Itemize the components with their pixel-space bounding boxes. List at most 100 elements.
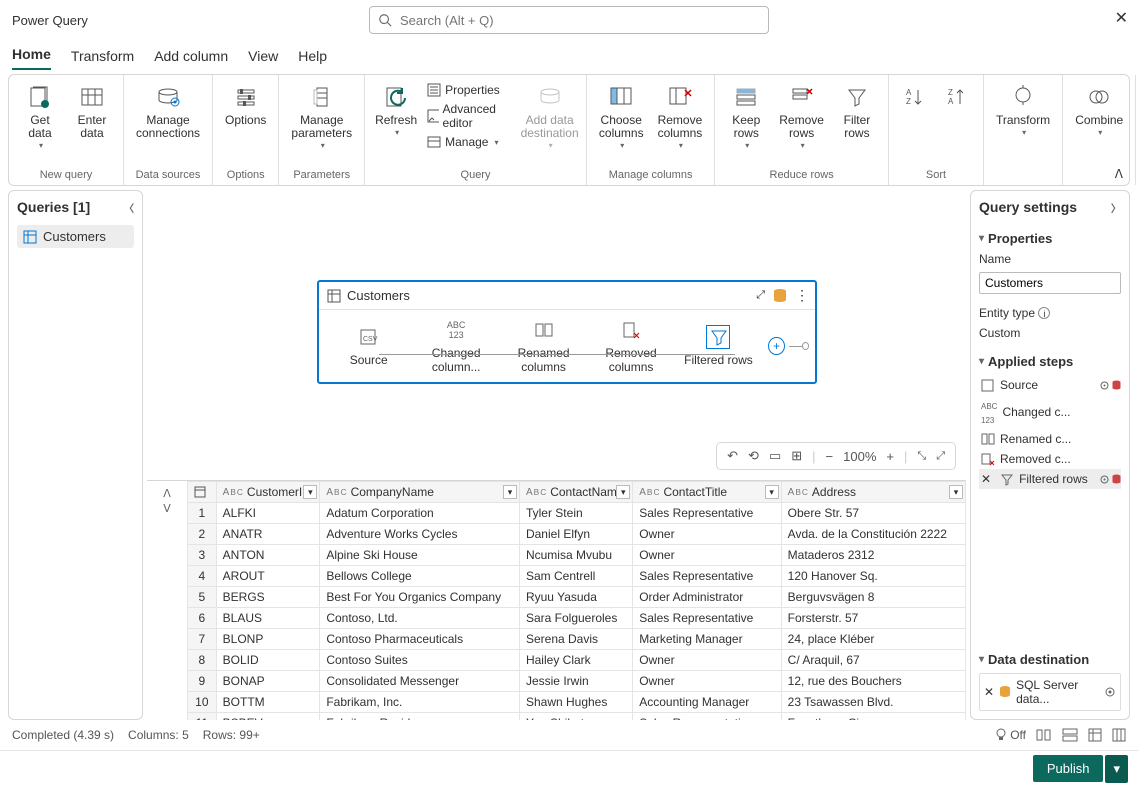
remove-columns-button[interactable]: Remove columns▾ <box>652 79 709 167</box>
manage-parameters-button[interactable]: Manage parameters▾ <box>285 79 358 167</box>
collapse-settings-button[interactable]: 〉 <box>1111 200 1121 215</box>
query-item-customers[interactable]: Customers <box>17 225 134 248</box>
table-row[interactable]: 2ANATRAdventure Works CyclesDaniel Elfyn… <box>188 524 966 545</box>
column-header-customerid[interactable]: ABC CustomerID▾ <box>216 482 320 503</box>
table-row[interactable]: 9BONAPConsolidated MessengerJessie Irwin… <box>188 671 966 692</box>
get-data-button[interactable]: Get data▾ <box>15 79 65 167</box>
collapse-icon[interactable]: ⤢ <box>756 289 765 302</box>
applied-step-0[interactable]: Source <box>979 375 1121 395</box>
more-icon[interactable]: ⋮ <box>795 287 809 304</box>
remove-rows-button[interactable]: Remove rows▾ <box>773 79 830 167</box>
step-view-icon[interactable] <box>1036 728 1052 742</box>
reset-icon[interactable]: ⟲ <box>748 448 759 464</box>
filter-dropdown-icon[interactable]: ▾ <box>765 485 779 499</box>
collapse-view-icon[interactable]: ⤡ <box>917 450 926 463</box>
choose-columns-button[interactable]: Choose columns▾ <box>593 79 650 167</box>
filter-rows-button[interactable]: Filter rows <box>832 79 882 167</box>
applied-step-4[interactable]: ✕Filtered rows <box>979 469 1121 489</box>
column-header-companyname[interactable]: ABC CompanyName▾ <box>320 482 520 503</box>
applied-steps-header[interactable]: ▾Applied steps <box>979 354 1121 369</box>
diagram-step-renamed[interactable]: Renamed columns <box>500 318 587 374</box>
gear-icon[interactable] <box>1099 474 1110 485</box>
minimap-icon[interactable]: ⊞ <box>791 448 802 464</box>
properties-button[interactable]: Properties <box>423 81 517 99</box>
table-row[interactable]: 4AROUTBellows CollegeSam CentrellSales R… <box>188 566 966 587</box>
table-row[interactable]: 10BOTTMFabrikam, Inc.Shawn HughesAccount… <box>188 692 966 713</box>
transform-button[interactable]: Transform▾ <box>990 79 1056 167</box>
group-options: Options <box>227 167 265 183</box>
collapse-ribbon-button[interactable]: ᐱ <box>1115 167 1123 181</box>
collapse-preview-icon[interactable]: ᐱ <box>163 487 171 500</box>
sort-asc-button[interactable]: AZ <box>895 79 935 167</box>
filter-dropdown-icon[interactable]: ▾ <box>949 485 963 499</box>
tab-add-column[interactable]: Add column <box>154 44 228 70</box>
manage-button[interactable]: Manage▾ <box>423 133 517 151</box>
diagram-step-filtered[interactable]: Filtered rows <box>675 325 762 367</box>
database-icon[interactable] <box>1112 474 1121 485</box>
combine-button[interactable]: Combine▾ <box>1069 79 1129 167</box>
data-destination-header[interactable]: ▾Data destination <box>979 652 1121 667</box>
applied-step-1[interactable]: ABC123Changed c... <box>979 395 1121 429</box>
applied-step-3[interactable]: Removed c... <box>979 449 1121 469</box>
diagram-step-source[interactable]: CSVSource <box>325 325 412 367</box>
collapse-queries-button[interactable]: 〈 <box>124 200 134 215</box>
sort-desc-button[interactable]: ZA <box>937 79 977 167</box>
query-name-input[interactable] <box>979 272 1121 294</box>
delete-step-icon[interactable]: ✕ <box>981 472 991 486</box>
zoom-in-button[interactable]: + <box>886 449 894 464</box>
filter-dropdown-icon[interactable]: ▾ <box>503 485 517 499</box>
publish-button[interactable]: Publish <box>1033 755 1104 782</box>
table-row[interactable]: 1ALFKIAdatum CorporationTyler SteinSales… <box>188 503 966 524</box>
zoom-toolbar: ↶ ⟲ ▭ ⊞ | − 100% + | ⤡ ⤢ <box>716 442 956 470</box>
enter-data-button[interactable]: Enter data <box>67 79 117 167</box>
applied-step-2[interactable]: Renamed c... <box>979 429 1121 449</box>
fit-icon[interactable]: ▭ <box>769 448 781 464</box>
table-row[interactable]: 3ANTONAlpine Ski HouseNcumisa MvubuOwner… <box>188 545 966 566</box>
properties-section-header[interactable]: ▾Properties <box>979 231 1121 246</box>
table-row[interactable]: 11BSBEVFabrikam ResidencesYuu ShibataSal… <box>188 713 966 721</box>
database-icon[interactable] <box>773 288 787 304</box>
suggestions-toggle[interactable]: Off <box>995 728 1026 742</box>
undo-icon[interactable]: ↶ <box>727 448 738 464</box>
remove-destination-icon[interactable]: ✕ <box>984 685 994 699</box>
column-header-address[interactable]: ABC Address▾ <box>781 482 965 503</box>
gear-icon[interactable] <box>1104 686 1116 698</box>
expand-view-icon[interactable]: ⤢ <box>936 450 945 463</box>
info-icon[interactable]: i <box>1038 307 1050 319</box>
table-row[interactable]: 8BOLIDContoso SuitesHailey ClarkOwnerC/ … <box>188 650 966 671</box>
keep-rows-button[interactable]: Keep rows▾ <box>721 79 771 167</box>
expand-preview-icon[interactable]: ᐯ <box>163 502 171 515</box>
tab-help[interactable]: Help <box>298 44 327 70</box>
ribbon-tabs: Home Transform Add column View Help <box>0 40 1138 70</box>
tab-transform[interactable]: Transform <box>71 44 134 70</box>
tab-home[interactable]: Home <box>12 42 51 70</box>
manage-connections-button[interactable]: Manage connections <box>130 79 206 167</box>
column-header-contactname[interactable]: ABC ContactName▾ <box>519 482 632 503</box>
advanced-editor-button[interactable]: Advanced editor <box>423 100 517 132</box>
filter-dropdown-icon[interactable]: ▾ <box>616 485 630 499</box>
grid-view-icon[interactable] <box>1088 728 1102 742</box>
tab-view[interactable]: View <box>248 44 278 70</box>
options-button[interactable]: Options <box>219 79 272 167</box>
diagram-view-icon[interactable] <box>1062 728 1078 742</box>
diagram-step-changed-type[interactable]: ABC123Changed column... <box>412 318 499 374</box>
diagram-query-customers[interactable]: Customers ⤢ ⋮ CSVSource ABC123Changed co… <box>317 280 817 384</box>
close-button[interactable]: ✕ <box>1115 8 1128 28</box>
publish-dropdown[interactable]: ▾ <box>1105 755 1128 783</box>
data-destination-item[interactable]: ✕ SQL Server data... <box>979 673 1121 711</box>
zoom-out-button[interactable]: − <box>826 449 834 464</box>
table-row[interactable]: 6BLAUSContoso, Ltd.Sara FolguerolesSales… <box>188 608 966 629</box>
refresh-button[interactable]: Refresh▾ <box>371 79 421 167</box>
diagram-step-removed[interactable]: Removed columns <box>587 318 674 374</box>
schema-view-icon[interactable] <box>1112 728 1126 742</box>
column-header-contacttitle[interactable]: ABC ContactTitle▾ <box>633 482 781 503</box>
filter-dropdown-icon[interactable]: ▾ <box>303 485 317 499</box>
add-step-button[interactable]: + <box>768 337 785 355</box>
table-row[interactable]: 7BLONPContoso PharmaceuticalsSerena Davi… <box>188 629 966 650</box>
gear-icon[interactable] <box>1099 380 1110 391</box>
database-icon[interactable] <box>1112 380 1121 391</box>
table-row[interactable]: 5BERGSBest For You Organics CompanyRyuu … <box>188 587 966 608</box>
search-box[interactable] <box>369 6 769 34</box>
search-input[interactable] <box>400 13 760 28</box>
query-settings-panel: Query settings〉 ▾Properties Name Entity … <box>970 190 1130 720</box>
